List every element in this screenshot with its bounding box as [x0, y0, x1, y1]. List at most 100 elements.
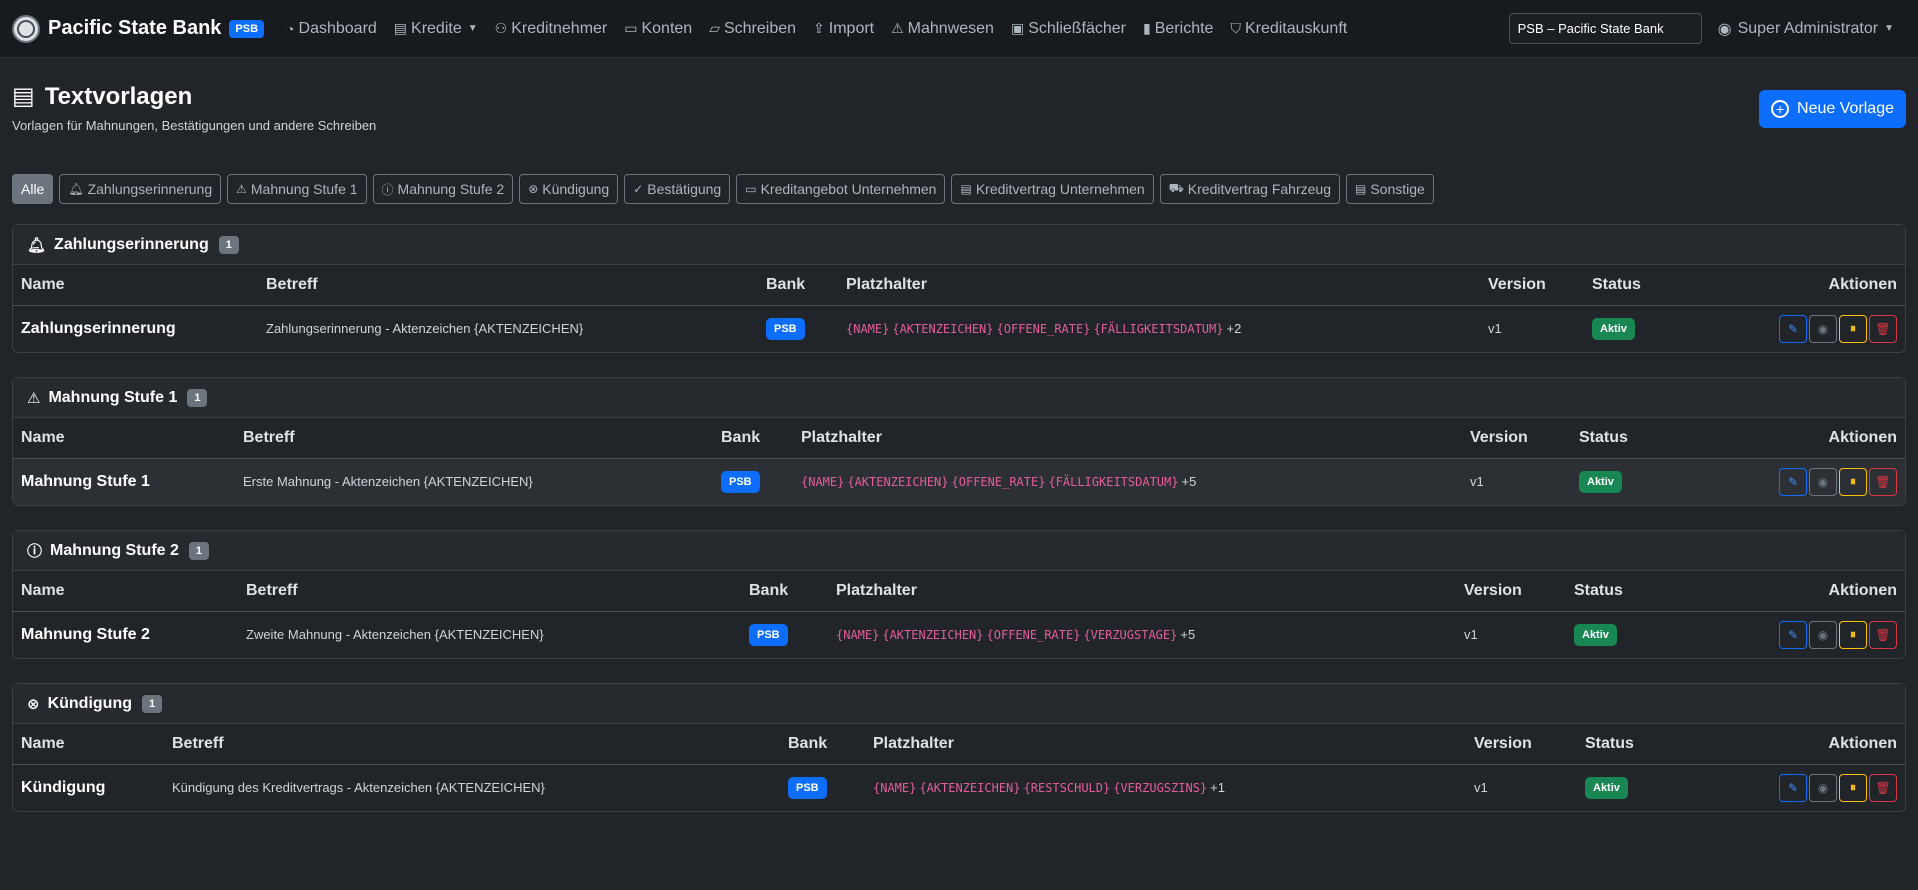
filter-kuendigung[interactable]: ⊗ Kündigung — [519, 174, 619, 204]
nav-dashboard[interactable]: ◔ Dashboard — [286, 20, 377, 38]
filter-mahnung-stufe-2[interactable]: ⓘ Mahnung Stufe 2 — [372, 174, 514, 204]
filter-label: Kündigung — [542, 181, 610, 197]
preview-button[interactable]: ◉ — [1809, 467, 1837, 496]
template-name: Mahnung Stufe 1 — [13, 458, 235, 505]
nav-kredite[interactable]: ▤ Kredite ▼ — [394, 20, 478, 38]
nav-label: Schreiben — [723, 19, 797, 37]
nav-konten[interactable]: ▭ Konten — [624, 20, 692, 38]
filter-zahlungserinnerung[interactable]: 🔔︎ Zahlungserinnerung — [59, 174, 222, 204]
pause-icon: ⏸︎ — [1849, 780, 1856, 795]
table-row[interactable]: Mahnung Stufe 1 Erste Mahnung - Aktenzei… — [13, 458, 1905, 505]
col-placeholders: Platzhalter — [828, 571, 1456, 612]
template-version: v1 — [1464, 627, 1478, 643]
templates-table: Name Betreff Bank Platzhalter Version St… — [13, 265, 1905, 352]
briefcase-icon: ▭ — [745, 182, 757, 196]
col-name: Name — [13, 571, 238, 612]
edit-button[interactable]: ✎ — [1779, 620, 1807, 649]
filter-bestaetigung[interactable]: ✓ Bestätigung — [624, 174, 731, 204]
col-status: Status — [1584, 265, 1744, 306]
col-actions: Aktionen — [1737, 724, 1905, 765]
table-row[interactable]: Zahlungserinnerung Zahlungserinnerung - … — [13, 305, 1905, 352]
filter-kreditvertrag-fahrzeug[interactable]: ⛟ Kreditvertrag Fahrzeug — [1159, 174, 1340, 204]
nav-label: Dashboard — [298, 19, 377, 37]
col-version: Version — [1456, 571, 1566, 612]
filter-alle[interactable]: Alle — [12, 174, 54, 204]
main-content: ▤ Textvorlagen Vorlagen für Mahnungen, B… — [0, 58, 1918, 812]
table-header-row: Name Betreff Bank Platzhalter Version St… — [13, 418, 1905, 459]
nav-schreiben[interactable]: ▱ Schreiben — [709, 20, 796, 38]
nav-kreditauskunft[interactable]: ⛉ Kreditauskunft — [1230, 20, 1347, 38]
preview-button[interactable]: ◉ — [1809, 773, 1837, 802]
deactivate-button[interactable]: ⏸︎ — [1839, 314, 1867, 343]
section-zahlungserinnerung: 🔔︎ Zahlungserinnerung 1 Name Betreff Ban… — [12, 224, 1906, 353]
edit-button[interactable]: ✎ — [1779, 314, 1807, 343]
delete-button[interactable]: 🗑︎ — [1869, 467, 1897, 496]
deactivate-button[interactable]: ⏸︎ — [1839, 620, 1867, 649]
placeholder-token: {FÄLLIGKEITSDATUM} — [1093, 322, 1224, 337]
section-kuendigung: ⊗ Kündigung 1 Name Betreff Bank Platzhal… — [12, 683, 1906, 812]
brand[interactable]: Pacific State Bank PSB — [12, 14, 265, 43]
deactivate-button[interactable]: ⏸︎ — [1839, 773, 1867, 802]
nav-label: Mahnwesen — [907, 19, 994, 37]
filter-mahnung-stufe-1[interactable]: ⚠ Mahnung Stufe 1 — [227, 174, 367, 204]
placeholders-cell: {NAME} {AKTENZEICHEN} {RESTSCHULD} {VERZUGS… — [865, 764, 1466, 811]
user-menu[interactable]: ◉ Super Administrator ▼ — [1718, 19, 1894, 39]
template-subject: Erste Mahnung - Aktenzeichen {AKTENZEICH… — [235, 458, 713, 505]
edit-button[interactable]: ✎ — [1779, 773, 1807, 802]
section-mahnung-stufe-2: ⓘ Mahnung Stufe 2 1 Name Betreff Bank Pl… — [12, 530, 1906, 659]
x-circle-icon: ⊗ — [27, 695, 40, 713]
x-circle-icon: ⊗ — [528, 182, 539, 196]
section-header: ⚠ Mahnung Stufe 1 1 — [13, 378, 1905, 418]
pencil-icon: ✎ — [1787, 474, 1799, 489]
filter-label: Zahlungserinnerung — [87, 181, 213, 197]
wallet-icon: ▭ — [624, 20, 638, 36]
eye-icon: ◉ — [1817, 780, 1829, 795]
template-name: Mahnung Stufe 2 — [21, 625, 150, 643]
col-bank: Bank — [741, 571, 828, 612]
filter-sonstige[interactable]: ▤ Sonstige — [1345, 174, 1434, 204]
new-template-button[interactable]: + Neue Vorlage — [1759, 90, 1906, 128]
section-title: Kündigung — [47, 694, 132, 712]
col-actions: Aktionen — [1726, 571, 1905, 612]
bank-cell: PSB — [741, 611, 828, 658]
table-row[interactable]: Kündigung Kündigung des Kreditvertrags -… — [13, 764, 1905, 811]
filter-label: Sonstige — [1370, 181, 1425, 197]
delete-button[interactable]: 🗑︎ — [1869, 314, 1897, 343]
col-status: Status — [1577, 724, 1737, 765]
filter-kreditangebot-unternehmen[interactable]: ▭ Kreditangebot Unternehmen — [736, 174, 946, 204]
col-status: Status — [1571, 418, 1731, 459]
table-header-row: Name Betreff Bank Platzhalter Version St… — [13, 724, 1905, 765]
placeholder-token: {AKTENZEICHEN} — [882, 628, 984, 643]
placeholders-cell: {NAME} {AKTENZEICHEN} {OFFENE_RATE} {FÄLLIG… — [793, 458, 1462, 505]
deactivate-button[interactable]: ⏸︎ — [1839, 467, 1867, 496]
filter-label: Kreditvertrag Unternehmen — [975, 181, 1145, 197]
preview-button[interactable]: ◉ — [1809, 314, 1837, 343]
filter-kreditvertrag-unternehmen[interactable]: ▤ Kreditvertrag Unternehmen — [951, 174, 1154, 204]
trash-icon: 🗑︎ — [1875, 474, 1891, 489]
template-subject: Zweite Mahnung - Aktenzeichen {AKTENZEIC… — [246, 627, 544, 643]
bank-select[interactable]: PSB – Pacific State Bank — [1508, 13, 1702, 44]
col-version: Version — [1462, 418, 1571, 459]
delete-button[interactable]: 🗑︎ — [1869, 620, 1897, 649]
warning-icon: ⚠ — [27, 389, 41, 407]
col-subject: Betreff — [258, 265, 758, 306]
table-row[interactable]: Mahnung Stufe 2 Zweite Mahnung - Aktenze… — [13, 611, 1905, 658]
category-filters: Alle 🔔︎ Zahlungserinnerung ⚠ Mahnung Stufe… — [12, 174, 1906, 204]
document-icon: ▤ — [12, 83, 35, 110]
template-subject: Zahlungserinnerung - Aktenzeichen {AKTEN… — [266, 321, 584, 337]
preview-button[interactable]: ◉ — [1809, 620, 1837, 649]
template-name: Zahlungserinnerung — [21, 319, 176, 337]
nav-kreditnehmer[interactable]: ⚇ Kreditnehmer — [495, 20, 608, 38]
bank-badge: PSB — [766, 317, 805, 340]
nav-mahnwesen[interactable]: ⚠ Mahnwesen — [891, 20, 994, 38]
section-title: Mahnung Stufe 2 — [50, 541, 179, 559]
eye-icon: ◉ — [1817, 627, 1829, 642]
placeholder-token: {AKTENZEICHEN} — [919, 781, 1021, 796]
placeholder-token: {VERZUGSZINS} — [1113, 781, 1208, 796]
delete-button[interactable]: 🗑︎ — [1869, 773, 1897, 802]
bank-cell: PSB — [758, 305, 838, 352]
nav-import[interactable]: ⇪ Import — [813, 20, 874, 38]
edit-button[interactable]: ✎ — [1779, 467, 1807, 496]
nav-schliessfaecher[interactable]: ▣ Schließfächer — [1011, 20, 1126, 38]
nav-berichte[interactable]: ▮ Berichte — [1143, 20, 1213, 38]
